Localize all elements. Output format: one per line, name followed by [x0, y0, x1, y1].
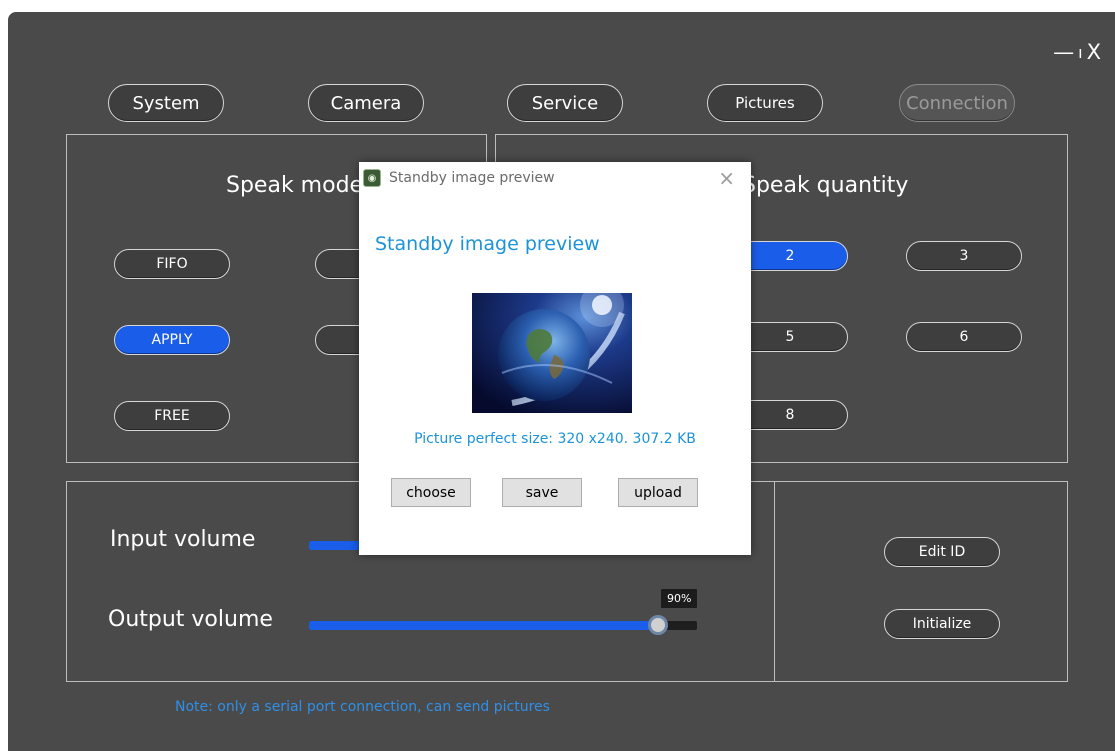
window-controls: — ı X	[1053, 40, 1105, 64]
picture-size-info: Picture perfect size: 320 x240. 307.2 KB	[414, 431, 696, 447]
initialize-button[interactable]: Initialize	[884, 609, 1000, 639]
mode-fifo-button[interactable]: FIFO	[114, 249, 230, 279]
speak-quantity-title: Speak quantity	[742, 173, 909, 198]
quantity-6-button[interactable]: 6	[906, 322, 1022, 352]
nav-system-button[interactable]: System	[108, 84, 224, 122]
output-volume-slider[interactable]	[309, 615, 697, 635]
dialog-heading: Standby image preview	[375, 233, 600, 255]
nav-camera-button[interactable]: Camera	[308, 84, 424, 122]
choose-button[interactable]: choose	[391, 478, 471, 507]
standby-image-preview	[472, 293, 632, 413]
speak-mode-title: Speak mode	[226, 173, 364, 198]
maximize-button[interactable]: ı	[1078, 43, 1086, 62]
output-volume-fill	[309, 621, 658, 630]
output-volume-tooltip: 90%	[661, 589, 698, 608]
minimize-button[interactable]: —	[1053, 40, 1078, 64]
output-volume-handle[interactable]	[648, 615, 668, 635]
nav-connection-button[interactable]: Connection	[899, 84, 1015, 122]
dialog-titlebar: ◉ Standby image preview ×	[359, 162, 751, 194]
nav-service-button[interactable]: Service	[507, 84, 623, 122]
app-icon: ◉	[363, 169, 381, 187]
nav-pictures-button[interactable]: Pictures	[707, 84, 823, 122]
upload-button[interactable]: upload	[618, 478, 698, 507]
dialog-title: Standby image preview	[389, 170, 555, 186]
device-panel	[774, 481, 1068, 682]
standby-preview-dialog: ◉ Standby image preview × Standby image …	[359, 162, 751, 555]
mode-apply-button[interactable]: APPLY	[114, 325, 230, 355]
serial-note: Note: only a serial port connection, can…	[175, 699, 550, 715]
output-volume-label: Output volume	[108, 607, 273, 632]
quantity-3-button[interactable]: 3	[906, 241, 1022, 271]
earth-image	[472, 293, 632, 413]
save-button[interactable]: save	[502, 478, 582, 507]
mode-free-button[interactable]: FREE	[114, 401, 230, 431]
edit-id-button[interactable]: Edit ID	[884, 537, 1000, 567]
input-volume-label: Input volume	[110, 527, 256, 552]
dialog-close-icon[interactable]: ×	[718, 166, 735, 190]
close-button[interactable]: X	[1087, 40, 1105, 64]
